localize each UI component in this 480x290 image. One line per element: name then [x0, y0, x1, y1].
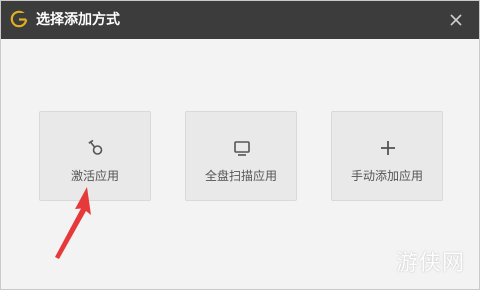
app-logo-icon — [10, 10, 28, 28]
annotation-arrow-icon — [55, 187, 91, 259]
dialog-title: 选择添加方式 — [36, 12, 120, 28]
close-button[interactable] — [441, 5, 471, 35]
title-bar: 选择添加方式 — [1, 1, 479, 39]
activate-icon — [88, 139, 103, 155]
add-method-dialog: 选择添加方式 激活应用 全盘扫描应用 手动添加应用 游侠网 — [0, 0, 480, 290]
full-disk-scan-option[interactable]: 全盘扫描应用 — [185, 111, 297, 201]
plus-icon — [381, 141, 395, 155]
monitor-icon — [234, 141, 250, 156]
manual-add-label: 手动添加应用 — [350, 169, 423, 183]
close-icon — [450, 14, 462, 26]
watermark: 游侠网 — [396, 251, 466, 276]
activate-app-label: 激活应用 — [70, 169, 119, 183]
full-disk-scan-label: 全盘扫描应用 — [204, 169, 277, 183]
manual-add-option[interactable]: 手动添加应用 — [331, 111, 443, 201]
